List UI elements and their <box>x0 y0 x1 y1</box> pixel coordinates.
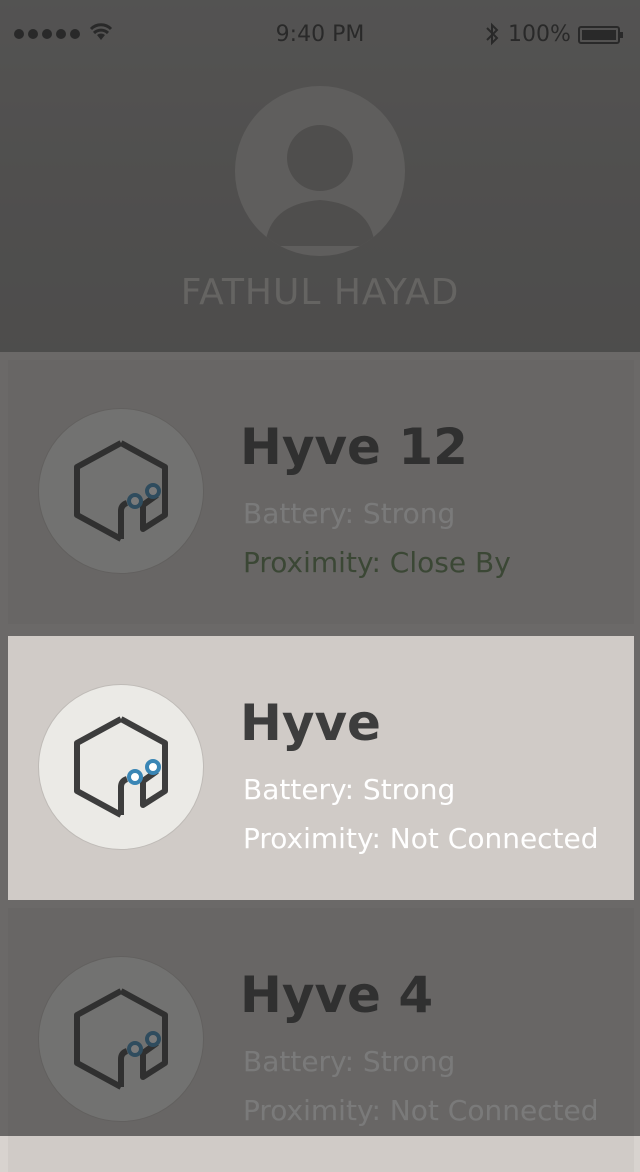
device-name: Hyve 4 <box>240 966 434 1024</box>
device-logo <box>38 408 204 574</box>
device-proximity: Proximity: Not Connected <box>243 822 599 855</box>
device-name: Hyve <box>240 694 381 752</box>
device-battery: Battery: Strong <box>243 773 456 806</box>
hyve-logo-icon <box>74 716 168 818</box>
battery-icon <box>578 26 623 44</box>
profile-name: FATHUL HAYAD <box>180 272 460 313</box>
bluetooth-icon <box>486 22 499 46</box>
person-icon <box>265 125 375 246</box>
app-screen: 9:40 PM 100% FATHUL HAYAD Hyve 12 Batter… <box>0 0 640 1172</box>
device-card-hyve-12[interactable]: Hyve 12 Battery: Strong Proximity: Close… <box>8 360 634 624</box>
device-battery: Battery: Strong <box>243 497 456 530</box>
hyve-logo-icon <box>74 988 168 1090</box>
device-battery: Battery: Strong <box>243 1045 456 1078</box>
device-name: Hyve 12 <box>240 418 468 476</box>
profile-avatar[interactable] <box>235 86 405 256</box>
device-proximity: Proximity: Close By <box>243 546 511 579</box>
hyve-logo-icon <box>74 440 168 542</box>
status-bar: 9:40 PM 100% <box>0 0 640 47</box>
battery-percent: 100% <box>508 22 571 47</box>
device-card-hyve[interactable]: Hyve Battery: Strong Proximity: Not Conn… <box>8 636 634 900</box>
device-logo <box>38 684 204 850</box>
device-card-hyve-4[interactable]: Hyve 4 Battery: Strong Proximity: Not Co… <box>8 908 634 1172</box>
device-proximity: Proximity: Not Connected <box>243 1094 599 1127</box>
device-logo <box>38 956 204 1122</box>
profile-header: 9:40 PM 100% FATHUL HAYAD <box>0 0 640 352</box>
